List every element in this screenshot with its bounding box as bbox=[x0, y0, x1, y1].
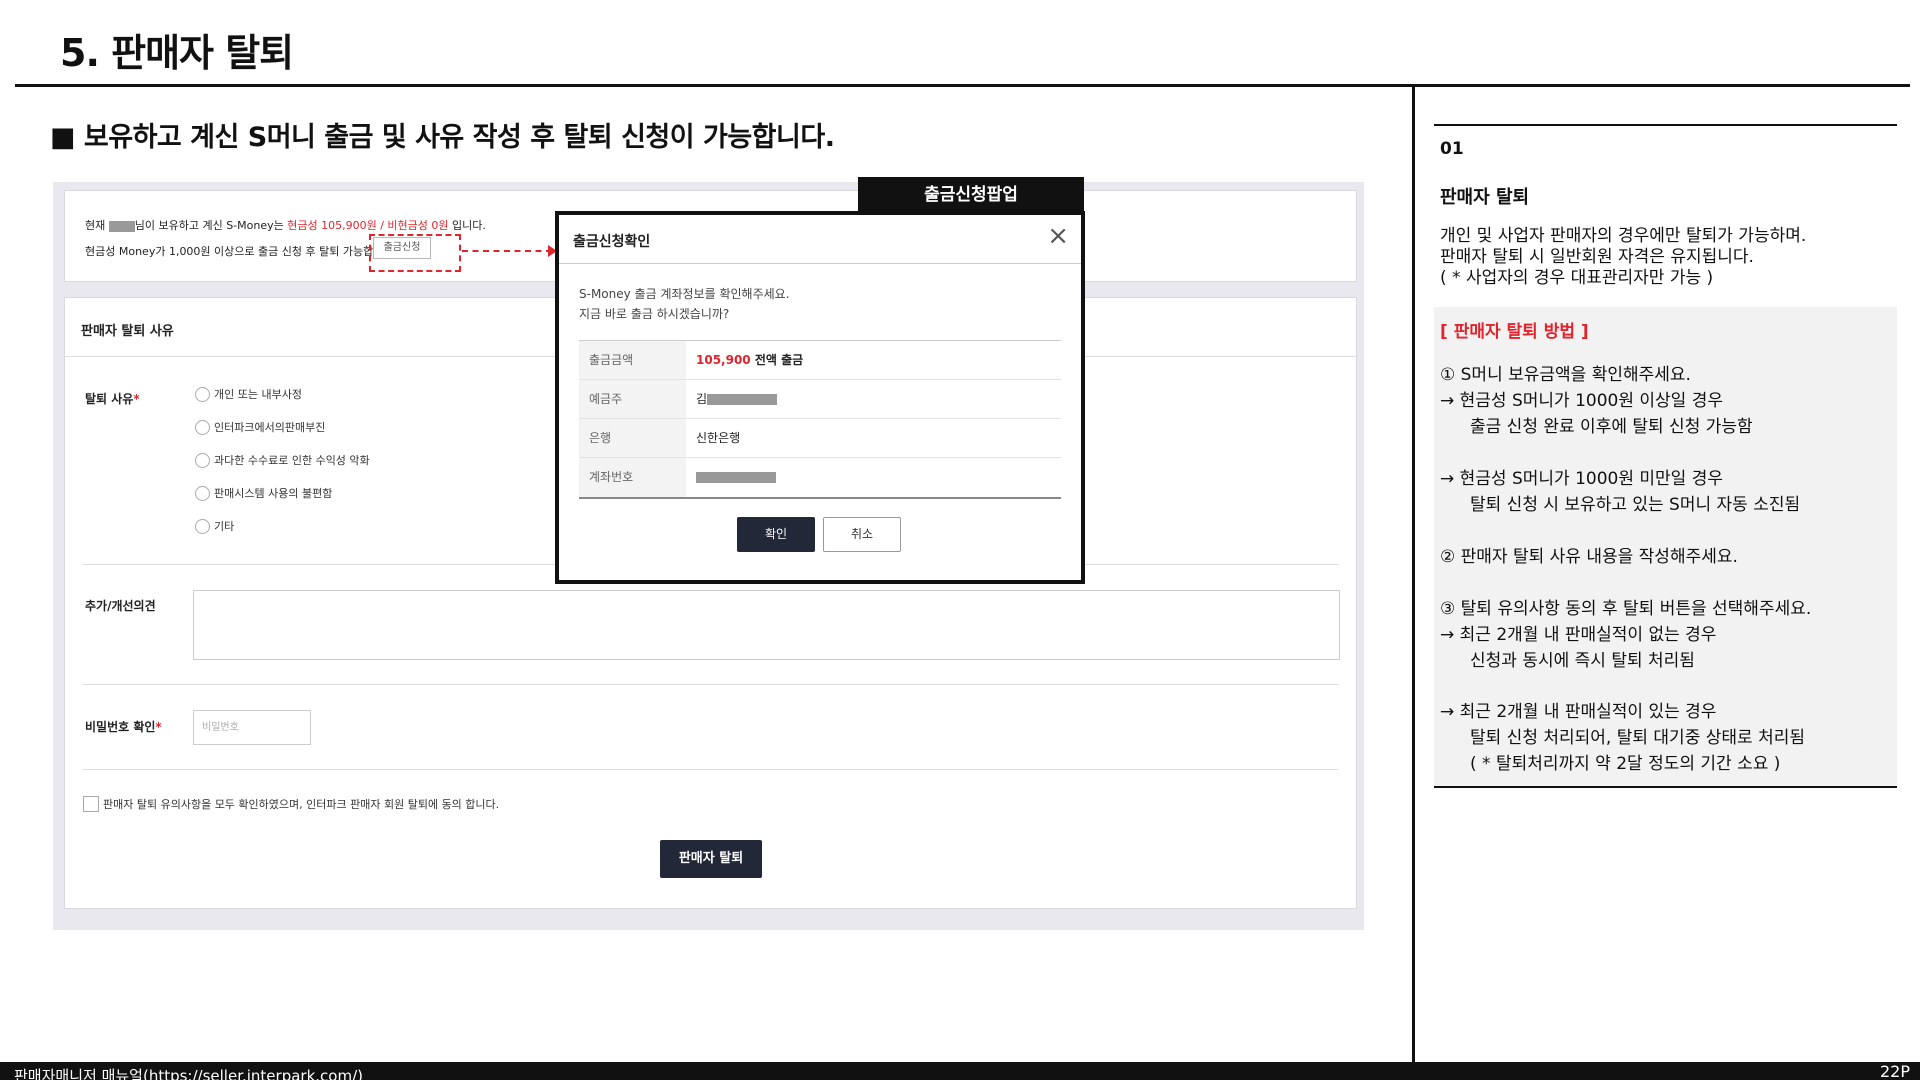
highlight-box bbox=[369, 234, 461, 272]
row-label: 계좌번호 bbox=[579, 458, 686, 497]
row-label: 은행 bbox=[579, 419, 686, 457]
confirm-button[interactable]: 확인 bbox=[737, 517, 815, 552]
masked-holder bbox=[707, 394, 778, 405]
row-value: 신한은행 bbox=[696, 431, 741, 445]
callout-line bbox=[462, 250, 552, 252]
table-row: 출금금액 105,900 전액 출금 bbox=[579, 341, 1061, 380]
reason-option-2[interactable]: 인터파크에서의판매부진 bbox=[195, 419, 325, 435]
step-1: ① S머니 보유금액을 확인해주세요. → 현금성 S머니가 1000원 이상일… bbox=[1440, 365, 1753, 437]
form-divider bbox=[83, 684, 1338, 685]
balance-end: 입니다. bbox=[448, 219, 486, 232]
table-row: 예금주 김 bbox=[579, 380, 1061, 419]
withdraw-notice: 현금성 Money가 1,000원 이상으로 출금 신청 후 탈퇴 가능합니다. bbox=[85, 245, 397, 258]
row-label: 예금주 bbox=[579, 380, 686, 418]
checkbox-icon[interactable] bbox=[83, 796, 99, 812]
password-label: 비밀번호 확인* bbox=[85, 720, 162, 734]
reason-option-3[interactable]: 과다한 수수료로 인한 수익성 악화 bbox=[195, 452, 370, 468]
section-subheading: ■ 보유하고 계신 S머니 출금 및 사유 작성 후 탈퇴 신청이 가능합니다. bbox=[50, 122, 835, 153]
masked-name bbox=[108, 220, 135, 232]
radio-icon bbox=[195, 386, 210, 402]
balance-prefix: 현재 bbox=[85, 219, 109, 232]
step-3-alt: → 최근 2개월 내 판매실적이 있는 경우 탈퇴 신청 처리되어, 탈퇴 대기… bbox=[1440, 702, 1805, 774]
reason-option-4[interactable]: 판매시스템 사용의 불편함 bbox=[195, 485, 332, 501]
cash-balance: 현금성 105,900원 / 비현금성 0원 bbox=[287, 219, 449, 232]
reason-option-5[interactable]: 기타 bbox=[195, 518, 234, 534]
agree-text: 판매자 탈퇴 유의사항을 모두 확인하였으며, 인터파크 판매자 회원 탈퇴에 … bbox=[103, 798, 500, 811]
form-header: 판매자 탈퇴 사유 bbox=[81, 324, 174, 339]
footer-bar: 판매자매니저 매뉴얼(https://seller.interpark.com/… bbox=[0, 1062, 1920, 1080]
feedback-textarea[interactable] bbox=[193, 590, 1340, 660]
page-number: 22P bbox=[1879, 1062, 1910, 1080]
page-title: 5. 판매자 탈퇴 bbox=[60, 31, 294, 75]
step-1-alt: → 현금성 S머니가 1000원 미만일 경우 탈퇴 신청 시 보유하고 있는 … bbox=[1440, 469, 1801, 515]
radio-icon bbox=[195, 419, 210, 435]
right-panel-rule bbox=[1434, 124, 1897, 126]
row-value: 김 bbox=[686, 380, 1061, 418]
radio-icon bbox=[195, 452, 210, 468]
close-icon[interactable]: × bbox=[1047, 223, 1069, 249]
right-panel-title: 판매자 탈퇴 bbox=[1440, 187, 1530, 208]
footer-manual-link: 판매자매니저 매뉴얼(https://seller.interpark.com/… bbox=[14, 1067, 363, 1080]
row-value bbox=[686, 458, 1061, 497]
feedback-label: 추가/개선의견 bbox=[85, 599, 156, 613]
cancel-button[interactable]: 취소 bbox=[823, 517, 901, 552]
form-divider bbox=[83, 769, 1338, 770]
title-divider bbox=[15, 84, 1910, 87]
step-3: ③ 탈퇴 유의사항 동의 후 탈퇴 버튼을 선택해주세요. → 최근 2개월 내… bbox=[1440, 599, 1812, 671]
radio-icon bbox=[195, 485, 210, 501]
password-input[interactable]: 비밀번호 bbox=[193, 710, 311, 745]
popup-title: 출금신청확인 bbox=[573, 234, 651, 250]
popup-divider bbox=[559, 263, 1081, 264]
method-box: [ 판매자 탈퇴 방법 ] ① S머니 보유금액을 확인해주세요. → 현금성 … bbox=[1434, 307, 1897, 788]
right-panel-description: 개인 및 사업자 판매자의 경우에만 탈퇴가 가능하며. 판매자 탈퇴 시 일반… bbox=[1440, 226, 1807, 288]
popup-tag-label: 출금신청팝업 bbox=[858, 177, 1084, 211]
row-label: 출금금액 bbox=[579, 341, 686, 379]
balance-mid: 님이 보유하고 계신 S-Money는 bbox=[134, 219, 288, 232]
agree-checkbox-row[interactable]: 판매자 탈퇴 유의사항을 모두 확인하였으며, 인터파크 판매자 회원 탈퇴에 … bbox=[83, 796, 499, 812]
table-row: 계좌번호 bbox=[579, 458, 1061, 497]
reason-option-1[interactable]: 개인 또는 내부사정 bbox=[195, 386, 302, 402]
column-divider bbox=[1412, 84, 1415, 1064]
table-row: 은행 신한은행 bbox=[579, 419, 1061, 458]
radio-icon bbox=[195, 518, 210, 534]
row-value: 105,900 전액 출금 bbox=[696, 353, 804, 367]
step-2: ② 판매자 탈퇴 사유 내용을 작성해주세요. bbox=[1440, 547, 1738, 567]
method-title: [ 판매자 탈퇴 방법 ] bbox=[1440, 322, 1589, 342]
seller-withdraw-button[interactable]: 판매자 탈퇴 bbox=[660, 840, 762, 878]
reason-label: 탈퇴 사유* bbox=[85, 392, 140, 406]
smoney-balance-text: 현재 님이 보유하고 계신 S-Money는 현금성 105,900원 / 비현… bbox=[85, 217, 486, 233]
masked-account bbox=[696, 472, 776, 483]
section-number: 01 bbox=[1440, 139, 1464, 159]
account-info-table: 출금금액 105,900 전액 출금 예금주 김 은행 신한은행 계좌번호 bbox=[579, 340, 1061, 499]
withdraw-confirm-popup: 출금신청확인 × S-Money 출금 계좌정보를 확인해주세요. 지금 바로 … bbox=[555, 211, 1085, 584]
popup-message-2: 지금 바로 출금 하시겠습니까? bbox=[579, 307, 730, 321]
popup-message-1: S-Money 출금 계좌정보를 확인해주세요. bbox=[579, 287, 790, 301]
